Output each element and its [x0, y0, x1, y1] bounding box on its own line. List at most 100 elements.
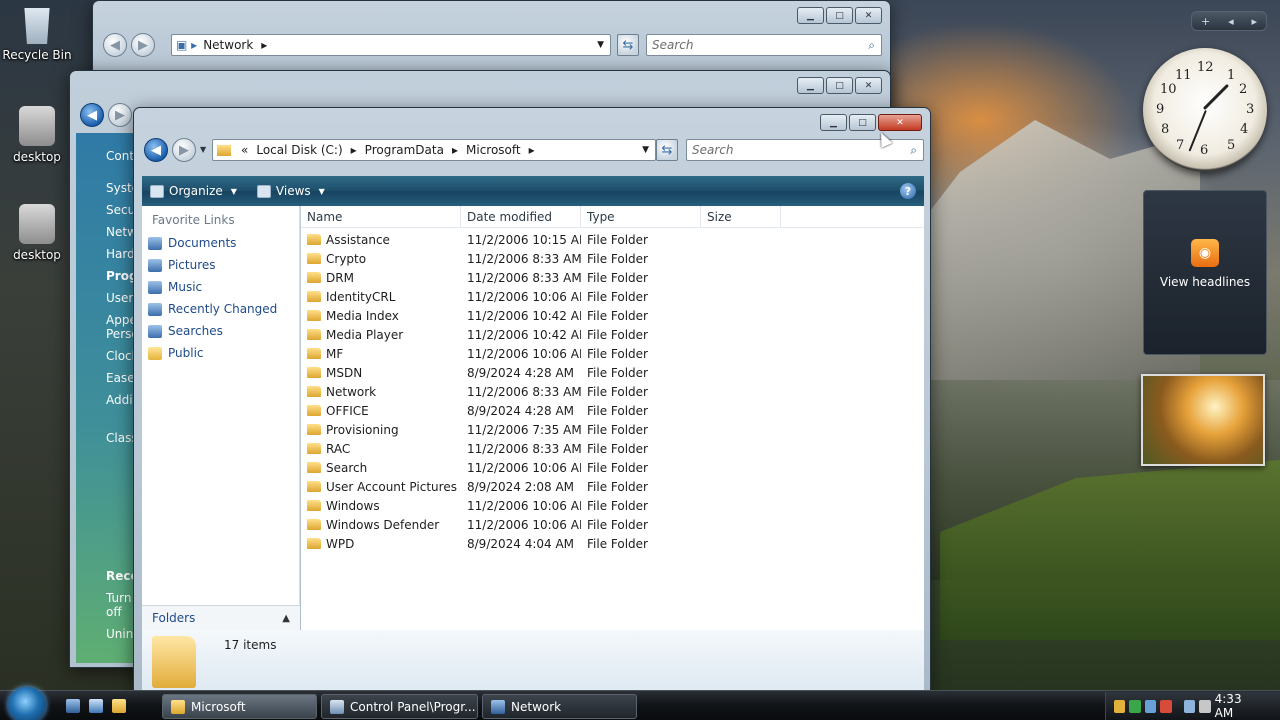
sidebar-item[interactable]: Turn [106, 591, 131, 605]
breadcrumb-arrow-icon[interactable]: ▸ [351, 143, 357, 157]
taskbar-button-network[interactable]: Network [482, 694, 637, 719]
breadcrumb-arrow-icon[interactable]: ▸ [529, 143, 535, 157]
recent-pages-dropdown-icon[interactable]: ▼ [200, 145, 206, 154]
forward-button[interactable]: ▶ [131, 33, 155, 57]
minimize-button[interactable]: ▁ [820, 114, 847, 131]
minimize-button[interactable]: ▁ [797, 7, 824, 24]
table-row[interactable]: Media Player 11/2/2006 10:42 AM File Folde… [301, 325, 924, 344]
table-row[interactable]: Crypto 11/2/2006 8:33 AM File Folder [301, 249, 924, 268]
column-header-date-modified[interactable]: Date modified [461, 206, 581, 227]
maximize-button[interactable]: □ [826, 77, 853, 94]
chevron-left-icon[interactable]: ◂ [1228, 15, 1234, 28]
table-row[interactable]: Provisioning 11/2/2006 7:35 AM File Folder [301, 420, 924, 439]
nav-link-music[interactable]: Music [142, 276, 299, 298]
network-status-icon[interactable] [1183, 699, 1196, 713]
nav-link-searches[interactable]: Searches [142, 320, 299, 342]
table-row[interactable]: RAC 11/2/2006 8:33 AM File Folder [301, 439, 924, 458]
volume-muted-icon[interactable] [1199, 699, 1211, 713]
show-desktop-icon[interactable] [66, 699, 80, 713]
refresh-button[interactable]: ⇆ [656, 139, 678, 161]
table-row[interactable]: OFFICE 8/9/2024 4:28 AM File Folder [301, 401, 924, 420]
alert-icon[interactable] [1160, 699, 1172, 713]
breadcrumb-item-microsoft[interactable]: Microsoft [466, 143, 521, 157]
table-row[interactable]: WPD 8/9/2024 4:04 AM File Folder [301, 534, 924, 553]
clock-gadget[interactable]: 12 1 2 3 4 5 6 7 8 9 10 11 [1143, 48, 1267, 172]
add-gadget-icon[interactable]: + [1201, 15, 1210, 28]
table-row[interactable]: Search 11/2/2006 10:06 AM File Folder [301, 458, 924, 477]
table-row[interactable]: Assistance 11/2/2006 10:15 AM File Folder [301, 230, 924, 249]
desktop-icon-recycle-bin[interactable]: Recycle Bin [2, 4, 72, 62]
folders-toggle[interactable]: Folders ▲ [142, 605, 300, 630]
back-button[interactable]: ◀ [80, 103, 104, 127]
sidebar-item[interactable]: off [106, 605, 122, 619]
maximize-button[interactable]: □ [826, 7, 853, 24]
start-button[interactable] [8, 687, 46, 720]
forward-button[interactable]: ▶ [172, 138, 196, 162]
table-row[interactable]: MSDN 8/9/2024 4:28 AM File Folder [301, 363, 924, 382]
search-icon[interactable]: ⌕ [910, 143, 917, 158]
breadcrumb-arrow-icon[interactable]: ▸ [452, 143, 458, 157]
sidebar-item[interactable]: Ease [106, 371, 135, 385]
sidebar-item[interactable]: User [106, 291, 133, 305]
sidebar-item[interactable]: Addi [106, 393, 133, 407]
back-button[interactable]: ◀ [103, 33, 127, 57]
table-row[interactable]: Windows 11/2/2006 10:06 AM File Folder [301, 496, 924, 515]
close-button[interactable]: ✕ [855, 7, 882, 24]
table-row[interactable]: Windows Defender 11/2/2006 10:06 AM File F… [301, 515, 924, 534]
address-bar[interactable]: « Local Disk (C:) ▸ ProgramData ▸ Micros… [212, 139, 656, 161]
dropdown-arrow-icon[interactable]: ▼ [642, 145, 649, 155]
system-clock[interactable]: 4:33 AM [1215, 692, 1258, 720]
search-input[interactable]: Search ⌕ [646, 34, 882, 56]
close-button[interactable]: ✕ [855, 77, 882, 94]
desktop-icon-desktop-1[interactable]: desktop [2, 106, 72, 164]
feed-headlines-gadget[interactable]: ◉ View headlines [1143, 190, 1267, 355]
column-header-size[interactable]: Size [701, 206, 781, 227]
chevron-right-icon[interactable]: ▸ [1252, 15, 1258, 28]
nav-link-public[interactable]: Public [142, 342, 299, 364]
help-icon[interactable]: ? [900, 183, 916, 199]
table-row[interactable]: MF 11/2/2006 10:06 AM File Folder [301, 344, 924, 363]
dropdown-arrow-icon[interactable]: ▼ [597, 40, 604, 50]
checkmark-icon[interactable] [1129, 699, 1141, 713]
nav-link-recently-changed[interactable]: Recently Changed [142, 298, 299, 320]
maximize-button[interactable]: □ [849, 114, 876, 131]
views-button[interactable]: Views ▼ [256, 184, 325, 198]
explorer-window[interactable]: ▁ □ ✕ ◀ ▶ ▼ « Local Disk (C:) ▸ ProgramD… [133, 107, 931, 695]
sidebar-item[interactable]: Cont [106, 149, 134, 163]
refresh-button[interactable]: ⇆ [617, 34, 639, 56]
forward-button[interactable]: ▶ [108, 103, 132, 127]
update-icon[interactable] [1144, 699, 1157, 713]
table-row[interactable]: User Account Pictures 8/9/2024 2:08 AM Fil… [301, 477, 924, 496]
hour-hand [1202, 83, 1230, 110]
folder-icon [307, 500, 321, 511]
breadcrumb-item-programdata[interactable]: ProgramData [365, 143, 444, 157]
search-icon[interactable]: ⌕ [868, 38, 875, 53]
organize-button[interactable]: Organize ▼ [150, 184, 237, 198]
address-bar[interactable]: ▣ ▸ Network ▸ ▼ [171, 34, 611, 56]
table-row[interactable]: IdentityCRL 11/2/2006 10:06 AM File Folder [301, 287, 924, 306]
desktop-icon-desktop-2[interactable]: desktop [2, 204, 72, 262]
back-button[interactable]: ◀ [144, 138, 168, 162]
table-row[interactable]: Network 11/2/2006 8:33 AM File Folder [301, 382, 924, 401]
switch-windows-icon[interactable] [89, 699, 103, 713]
table-row[interactable]: DRM 11/2/2006 8:33 AM File Folder [301, 268, 924, 287]
nav-link-documents[interactable]: Documents [142, 232, 299, 254]
column-header-name[interactable]: Name [301, 206, 461, 227]
minimize-button[interactable]: ▁ [797, 77, 824, 94]
breadcrumb-item-local-disk[interactable]: Local Disk (C:) [256, 143, 342, 157]
close-button[interactable]: ✕ [878, 114, 922, 131]
taskbar-button-control-panel[interactable]: Control Panel\Progr... [321, 694, 478, 719]
nav-link-pictures[interactable]: Pictures [142, 254, 299, 276]
sidebar-item[interactable]: Hard [106, 247, 135, 261]
security-shield-icon[interactable] [1114, 699, 1126, 713]
column-header-type[interactable]: Type [581, 206, 701, 227]
table-row[interactable]: Media Index 11/2/2006 10:42 AM File Folder [301, 306, 924, 325]
slideshow-gadget[interactable] [1141, 374, 1265, 466]
explorer-quick-launch-icon[interactable] [112, 699, 126, 713]
cell-date-modified: 11/2/2006 8:33 AM [467, 270, 581, 285]
clock-number: 6 [1200, 143, 1209, 158]
taskbar-button-microsoft[interactable]: Microsoft [162, 694, 317, 719]
sidebar-item[interactable]: Secu [106, 203, 135, 217]
breadcrumb-overflow[interactable]: « [241, 143, 248, 157]
view-headlines-link[interactable]: View headlines [1144, 275, 1266, 289]
